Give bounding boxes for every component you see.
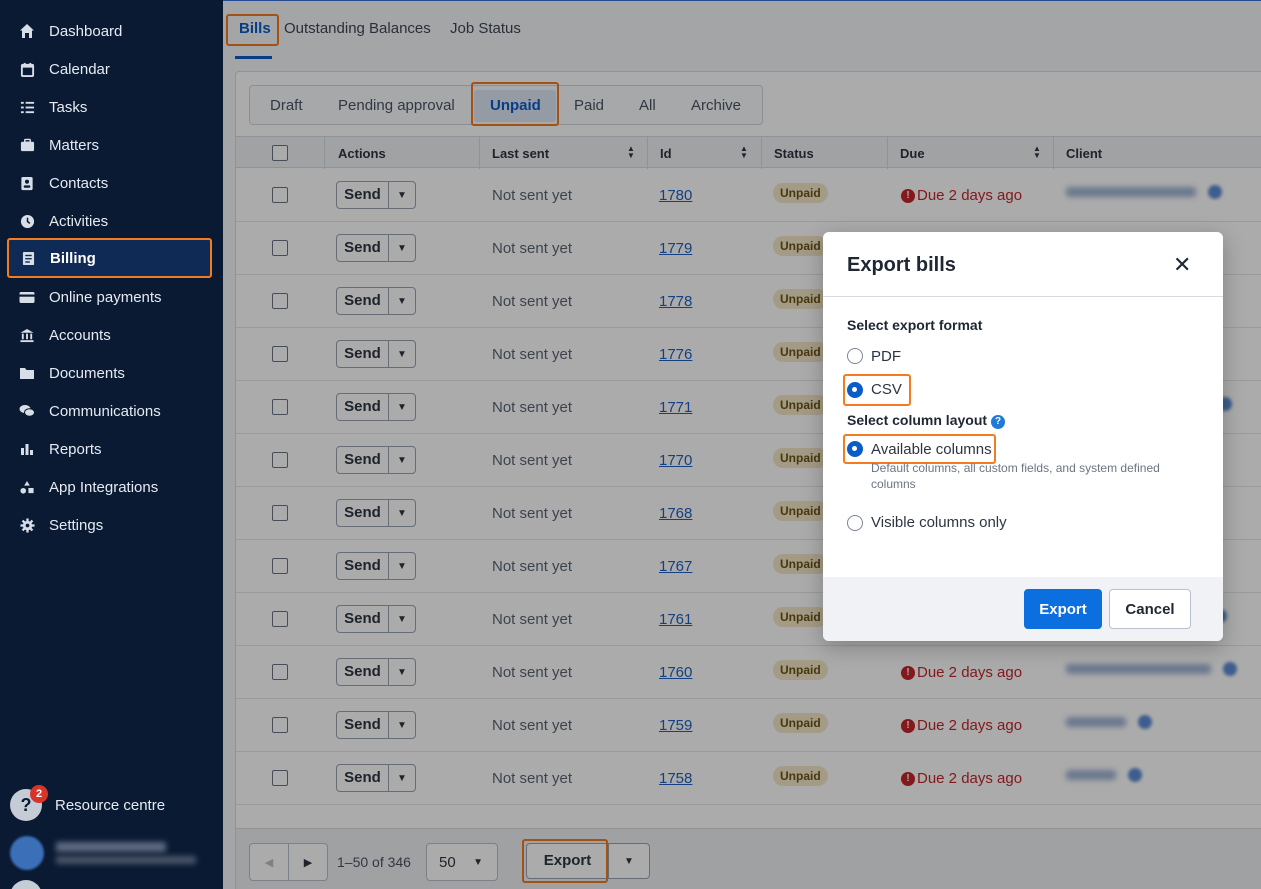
sidebar-item-label: Billing xyxy=(50,249,96,267)
sidebar-item-label: Reports xyxy=(49,440,102,458)
help-icon[interactable]: ? xyxy=(991,414,1006,429)
sidebar-item-label: Communications xyxy=(49,402,161,420)
layout-section-label: Select column layout? xyxy=(847,412,1006,429)
sidebar-item-label: Contacts xyxy=(49,174,109,192)
sidebar-item-settings[interactable]: Settings xyxy=(10,508,210,542)
avatar xyxy=(10,836,44,870)
sidebar-item-contacts[interactable]: Contacts xyxy=(10,166,210,200)
bar-chart-icon xyxy=(19,441,35,457)
sidebar-item-label: Settings xyxy=(49,516,104,534)
sidebar-item-accounts[interactable]: Accounts xyxy=(10,318,210,352)
bank-icon xyxy=(19,327,35,343)
clock-icon xyxy=(19,213,35,229)
resource-centre-label: Resource centre xyxy=(55,796,166,814)
secondary-avatar[interactable] xyxy=(10,880,42,889)
dialog-footer: Export Cancel xyxy=(823,577,1223,641)
resource-centre-button[interactable]: ? 2 Resource centre xyxy=(10,785,166,821)
gear-icon xyxy=(19,517,35,533)
credit-card-icon xyxy=(19,289,35,305)
invoice-icon xyxy=(20,250,36,266)
export-bills-dialog: Export bills ✕ Select export format PDF … xyxy=(823,232,1223,641)
shapes-icon xyxy=(19,479,35,495)
briefcase-icon xyxy=(19,137,35,153)
sidebar-item-billing[interactable]: Billing xyxy=(7,238,212,278)
radio-pdf[interactable] xyxy=(847,348,863,364)
user-email-redacted xyxy=(56,856,196,864)
chat-icon xyxy=(19,403,35,419)
list-icon xyxy=(19,99,35,115)
dialog-title: Export bills xyxy=(847,254,956,276)
format-section-label: Select export format xyxy=(847,317,983,333)
app-window: Dashboard Calendar Tasks Matters Contact… xyxy=(0,0,1261,889)
contact-card-icon xyxy=(19,175,35,191)
sidebar-item-tasks[interactable]: Tasks xyxy=(10,90,210,124)
sidebar-item-online-payments[interactable]: Online payments xyxy=(10,280,210,314)
sidebar-item-label: Tasks xyxy=(49,98,88,116)
sidebar-item-label: Online payments xyxy=(49,288,162,306)
csv-highlight xyxy=(843,374,911,406)
sidebar-item-documents[interactable]: Documents xyxy=(10,356,210,390)
help-question-icon: ? 2 xyxy=(10,785,48,821)
divider xyxy=(823,296,1223,297)
sidebar-item-label: Matters xyxy=(49,136,100,154)
sidebar-item-label: App Integrations xyxy=(49,478,159,496)
user-profile[interactable] xyxy=(10,836,196,870)
close-icon[interactable]: ✕ xyxy=(1173,252,1191,278)
sidebar-item-label: Calendar xyxy=(49,60,110,78)
sidebar: Dashboard Calendar Tasks Matters Contact… xyxy=(0,0,223,889)
sidebar-item-matters[interactable]: Matters xyxy=(10,128,210,162)
layout-label-text: Select column layout xyxy=(847,412,988,428)
sidebar-item-dashboard[interactable]: Dashboard xyxy=(10,14,210,48)
radio-pdf-label[interactable]: PDF xyxy=(871,348,901,365)
notification-badge: 2 xyxy=(30,785,48,803)
sidebar-item-activities[interactable]: Activities xyxy=(10,204,210,238)
home-icon xyxy=(19,23,35,39)
available-columns-description: Default columns, all custom fields, and … xyxy=(871,461,1160,491)
sidebar-item-app-integrations[interactable]: App Integrations xyxy=(10,470,210,504)
dialog-cancel-button[interactable]: Cancel xyxy=(1109,589,1191,629)
sidebar-item-label: Dashboard xyxy=(49,22,123,40)
calendar-icon xyxy=(19,61,35,77)
sidebar-item-label: Documents xyxy=(49,364,125,382)
radio-visible-columns-label[interactable]: Visible columns only xyxy=(871,514,1007,531)
sidebar-item-communications[interactable]: Communications xyxy=(10,394,210,428)
dialog-export-button[interactable]: Export xyxy=(1024,589,1102,629)
sidebar-item-label: Activities xyxy=(49,212,109,230)
sidebar-item-calendar[interactable]: Calendar xyxy=(10,52,210,86)
user-name-redacted xyxy=(56,842,166,852)
sidebar-item-label: Accounts xyxy=(49,326,111,344)
radio-visible-columns[interactable] xyxy=(847,515,863,531)
folder-icon xyxy=(19,365,35,381)
sidebar-item-reports[interactable]: Reports xyxy=(10,432,210,466)
